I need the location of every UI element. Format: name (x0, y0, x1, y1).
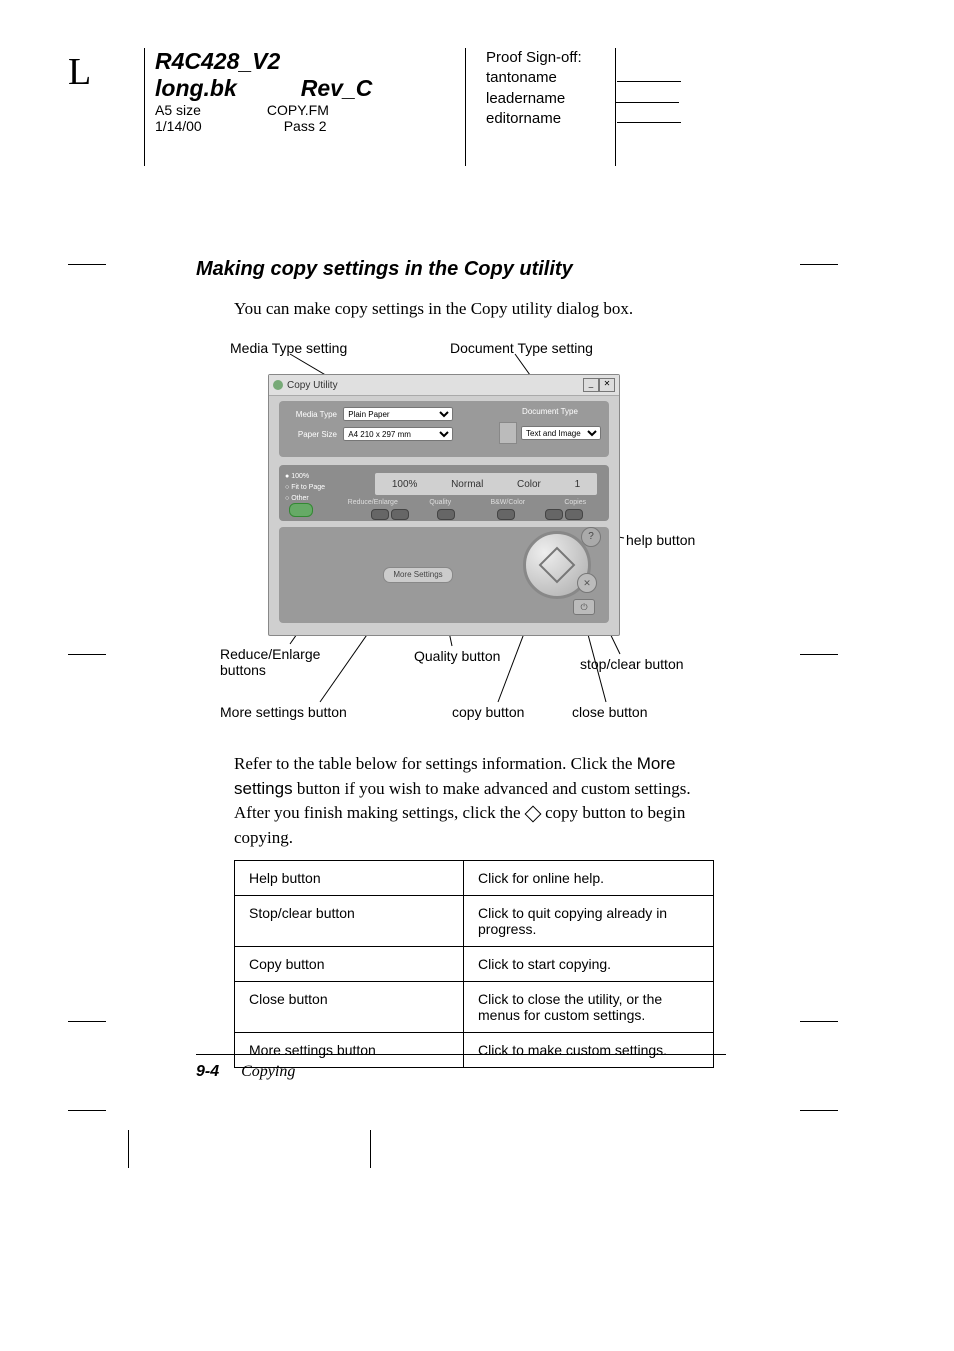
table-row: Help buttonClick for online help. (235, 861, 714, 896)
callout-stop-clear: stop/clear button (580, 656, 684, 672)
doctype-preview-icon (499, 422, 517, 444)
table-row: Copy buttonClick to start copying. (235, 947, 714, 982)
enlarge-button[interactable] (391, 509, 409, 520)
page-number: 9-4 (196, 1063, 219, 1080)
titlebar: Copy Utility _ ✕ (269, 375, 619, 396)
radio-fit[interactable]: ○ Fit to Page (285, 482, 325, 493)
app-icon (273, 380, 283, 390)
setting-name: Close button (235, 982, 464, 1033)
doc-date: 1/14/00 (155, 118, 202, 134)
doc-size: A5 size (155, 102, 201, 118)
settings-table: Help buttonClick for online help.Stop/cl… (234, 860, 714, 1068)
proof-label: Proof Sign-off: (486, 48, 681, 68)
radio-100[interactable]: ● 100% (285, 471, 325, 482)
display-strip: ● 100% ○ Fit to Page ○ Other 100% Normal… (279, 465, 609, 521)
paper-size-label: Paper Size (287, 430, 341, 439)
table-row: Stop/clear buttonClick to quit copying a… (235, 896, 714, 947)
setting-desc: Click to quit copying already in progres… (464, 896, 714, 947)
window-close-button[interactable]: ✕ (599, 378, 615, 392)
doc-fm: COPY.FM (267, 102, 329, 118)
doc-metadata: R4C428_V2 long.bk Rev_C A5 size COPY.FM … (144, 48, 372, 166)
callout-help-button: help button (626, 532, 695, 548)
diamond-icon (524, 806, 541, 823)
setting-desc: Click to close the utility, or the menus… (464, 982, 714, 1033)
callout-reduce-enlarge: Reduce/Enlarge buttons (220, 646, 340, 678)
setting-name: Copy button (235, 947, 464, 982)
power-indicator (289, 503, 313, 517)
stop-clear-button[interactable]: ✕ (577, 573, 597, 593)
minimize-button[interactable]: _ (583, 378, 599, 392)
editor-name: editorname (486, 110, 561, 127)
doc-id: R4C428_V2 (155, 48, 372, 75)
callout-close-button: close button (572, 704, 648, 720)
copy-utility-dialog: Copy Utility _ ✕ Media Type Plain Paper … (268, 374, 620, 636)
close-button[interactable]: ⏻ (573, 599, 595, 615)
media-type-label: Media Type (287, 410, 341, 419)
more-settings-button[interactable]: More Settings (383, 567, 453, 583)
setting-desc: Click to start copying. (464, 947, 714, 982)
col-bw: B&W/Color (474, 499, 542, 506)
values-display: 100% Normal Color 1 (375, 473, 597, 495)
copies-down-button[interactable] (545, 509, 563, 520)
media-type-select[interactable]: Plain Paper (343, 407, 453, 421)
diamond-icon (539, 547, 576, 584)
action-area: ? More Settings ✕ ⏻ (279, 527, 609, 623)
callout-copy-button: copy button (452, 704, 524, 720)
setting-name: Help button (235, 861, 464, 896)
quality-button[interactable] (437, 509, 455, 520)
document-type-label: Document Type (522, 407, 578, 416)
copy-utility-diagram: Media Type setting Document Type setting… (220, 336, 740, 728)
document-type-select[interactable]: Text and Image (521, 426, 601, 440)
paper-size-select[interactable]: A4 210 x 297 mm (343, 427, 453, 441)
paragraph-2: Refer to the table below for settings in… (234, 752, 712, 851)
copies-up-button[interactable] (565, 509, 583, 520)
col-copies: Copies (542, 499, 610, 506)
setting-name: Stop/clear button (235, 896, 464, 947)
leader-name: leadername (486, 90, 565, 107)
settings-panel: Media Type Plain Paper Paper Size A4 210… (279, 401, 609, 457)
intro-paragraph: You can make copy settings in the Copy u… (234, 297, 726, 321)
callout-media-type: Media Type setting (230, 340, 347, 356)
reduce-button[interactable] (371, 509, 389, 520)
main-content: Making copy settings in the Copy utility… (196, 258, 726, 339)
value-copies: 1 (575, 479, 581, 490)
window-title: Copy Utility (287, 380, 338, 391)
page-header: L R4C428_V2 long.bk Rev_C A5 size COPY.F… (60, 48, 894, 178)
tanto-name: tantoname (486, 69, 557, 86)
bw-color-button[interactable] (497, 509, 515, 520)
callout-more-settings: More settings button (220, 704, 347, 720)
doc-rev: Rev_C (301, 75, 373, 102)
callout-document-type: Document Type setting (450, 340, 593, 356)
section-title: Making copy settings in the Copy utility (196, 258, 726, 281)
value-quality: Normal (451, 479, 483, 490)
setting-desc: Click for online help. (464, 861, 714, 896)
value-color: Color (517, 479, 541, 490)
settings-table-container: Help buttonClick for online help.Stop/cl… (196, 840, 726, 1068)
page-footer: 9-4 Copying (196, 1054, 726, 1081)
section-letter: L (68, 50, 91, 94)
callout-quality-button: Quality button (414, 648, 500, 664)
col-reduce: Reduce/Enlarge (339, 499, 407, 506)
proof-signoff: Proof Sign-off: tantoname leadername edi… (465, 48, 681, 166)
doc-pass: Pass 2 (284, 118, 327, 134)
col-quality: Quality (407, 499, 475, 506)
doc-file: long.bk (155, 75, 237, 102)
chapter-name: Copying (241, 1063, 295, 1080)
table-row: Close buttonClick to close the utility, … (235, 982, 714, 1033)
value-scale: 100% (392, 479, 418, 490)
